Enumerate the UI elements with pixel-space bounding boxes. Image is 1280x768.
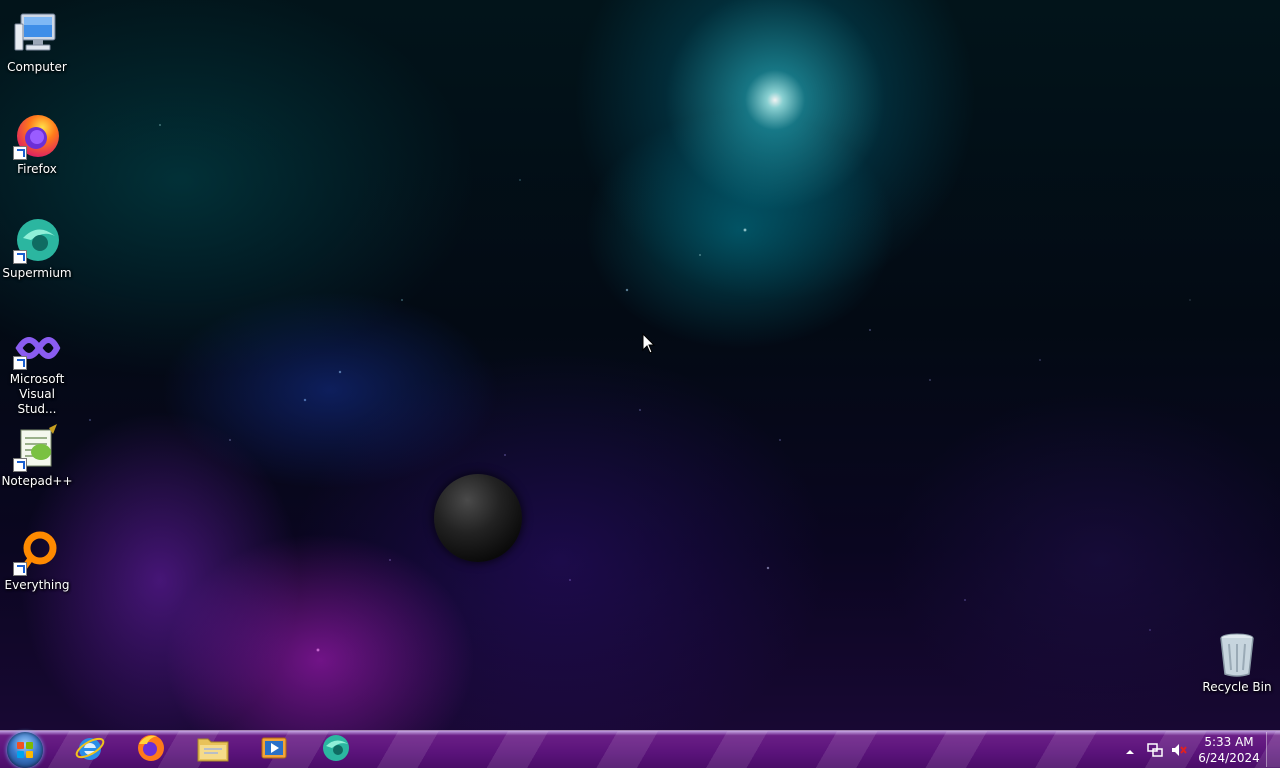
supermium-icon bbox=[13, 216, 61, 264]
media-player-icon bbox=[259, 733, 289, 767]
desktop-icon-supermium[interactable]: Supermium bbox=[0, 216, 74, 281]
shortcut-arrow-icon bbox=[13, 356, 27, 370]
taskbar-file-explorer[interactable] bbox=[185, 731, 241, 768]
shortcut-arrow-icon bbox=[13, 250, 27, 264]
taskbar: 5:33 AM 6/24/2024 bbox=[0, 730, 1280, 768]
desktop-icon-computer[interactable]: Computer bbox=[0, 10, 74, 75]
taskbar-firefox[interactable] bbox=[123, 731, 179, 768]
desktop-icon-label: Computer bbox=[7, 60, 67, 74]
visual-studio-icon bbox=[13, 326, 61, 370]
shortcut-arrow-icon bbox=[13, 458, 27, 472]
taskbar-internet-explorer[interactable] bbox=[62, 731, 118, 768]
tray-clock[interactable]: 5:33 AM 6/24/2024 bbox=[1194, 734, 1264, 766]
tray-time: 5:33 AM bbox=[1204, 735, 1254, 749]
firefox-icon bbox=[13, 112, 61, 160]
internet-explorer-icon bbox=[74, 732, 106, 768]
wallpaper-planet bbox=[434, 474, 522, 562]
desktop-icon-label: Notepad++ bbox=[1, 474, 73, 488]
desktop-icon-label: Microsoft Visual Stud... bbox=[9, 372, 65, 416]
desktop-icon-notepadpp[interactable]: Notepad++ bbox=[0, 424, 74, 489]
wallpaper-stars bbox=[0, 0, 1280, 730]
taskbar-media-player[interactable] bbox=[246, 731, 302, 768]
supermium-icon bbox=[320, 732, 352, 768]
desktop-icon-recycle-bin[interactable]: Recycle Bin bbox=[1200, 630, 1274, 695]
mouse-cursor-icon bbox=[642, 332, 656, 355]
tray-overflow-chevron-icon[interactable] bbox=[1124, 743, 1136, 755]
taskbar-supermium[interactable] bbox=[308, 731, 364, 768]
notepadpp-icon bbox=[13, 424, 61, 472]
recycle-bin-icon bbox=[1213, 630, 1261, 678]
shortcut-arrow-icon bbox=[13, 562, 27, 576]
desktop-wallpaper: Computer Firefox Supermium Microsoft Vis… bbox=[0, 0, 1280, 730]
everything-icon bbox=[13, 528, 61, 576]
windows-logo-icon bbox=[17, 742, 33, 758]
desktop-icon-label: Firefox bbox=[17, 162, 57, 176]
show-desktop-button[interactable] bbox=[1266, 732, 1280, 767]
folder-icon bbox=[196, 733, 230, 767]
desktop-icon-firefox[interactable]: Firefox bbox=[0, 112, 74, 177]
desktop-icon-label: Supermium bbox=[2, 266, 72, 280]
firefox-icon bbox=[135, 732, 167, 768]
desktop-icon-label: Recycle Bin bbox=[1202, 680, 1272, 694]
shortcut-arrow-icon bbox=[13, 146, 27, 160]
tray-date: 6/24/2024 bbox=[1198, 751, 1260, 765]
desktop-icon-everything[interactable]: Everything bbox=[0, 528, 74, 593]
computer-icon bbox=[13, 10, 61, 58]
volume-muted-icon[interactable] bbox=[1170, 741, 1188, 759]
network-icon[interactable] bbox=[1146, 741, 1164, 759]
start-button[interactable] bbox=[7, 732, 43, 768]
desktop-icon-visual-studio[interactable]: Microsoft Visual Stud... bbox=[0, 326, 74, 417]
desktop-icon-label: Everything bbox=[4, 578, 70, 592]
